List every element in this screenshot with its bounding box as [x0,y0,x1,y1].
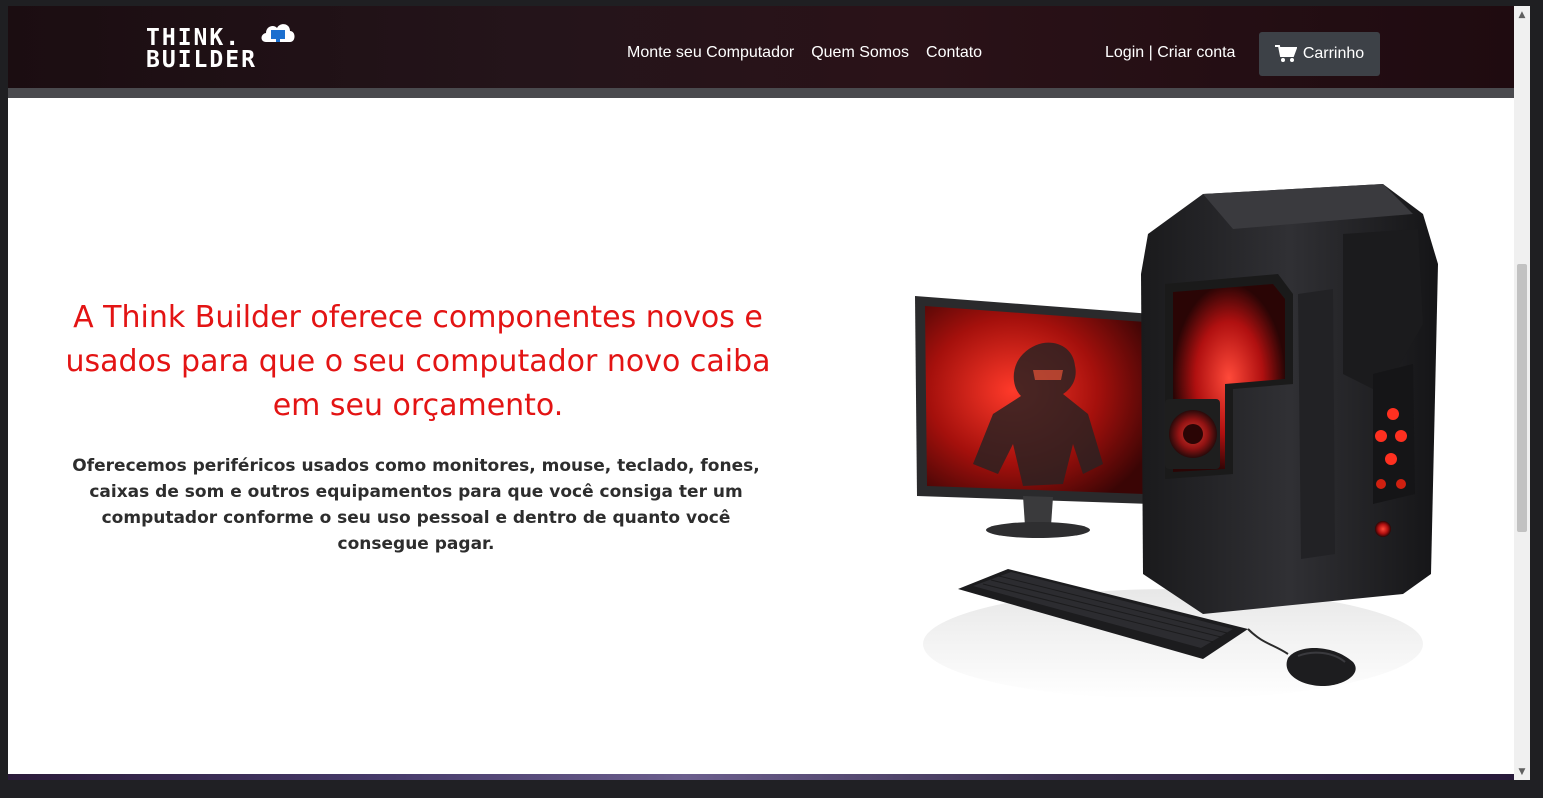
login-link[interactable]: Login [1105,44,1144,61]
hero-title: A Think Builder oferece componentes novo… [65,300,771,423]
nav-link-quem-somos[interactable]: Quem Somos [811,44,909,62]
gaming-pc-setup-image [915,184,1438,699]
window-right-border [1530,0,1543,798]
nav-link-contato[interactable]: Contato [926,44,982,62]
auth-separator: | [1144,44,1158,61]
hero-description: Oferecemos periféricos usados como monit… [72,456,760,554]
scroll-up-icon[interactable]: ▲ [1514,6,1530,23]
cart-icon [1274,45,1297,62]
scroll-down-icon[interactable]: ▼ [1514,763,1530,780]
monitor-cloud-icon [261,24,295,42]
site-logo[interactable]: THINK. BUILDER [146,20,306,76]
signup-link[interactable]: Criar conta [1157,44,1235,61]
page-viewport: THINK. BUILDER Monte seu Computador Quem… [8,6,1514,780]
cart-label: Carrinho [1302,45,1365,62]
scrollbar-thumb[interactable] [1517,264,1527,532]
window-bottom-border [0,780,1543,798]
top-navbar: THINK. BUILDER Monte seu Computador Quem… [8,6,1514,98]
cart-button[interactable]: Carrinho [1259,32,1380,76]
vertical-scrollbar[interactable]: ▲ ▼ [1514,6,1530,780]
logo-text-builder: BUILDER [146,47,257,73]
auth-links: Login | Criar conta [1105,44,1235,62]
nav-link-monte-computador[interactable]: Monte seu Computador [627,44,794,62]
main-nav: Monte seu Computador Quem Somos Contato [627,44,999,62]
